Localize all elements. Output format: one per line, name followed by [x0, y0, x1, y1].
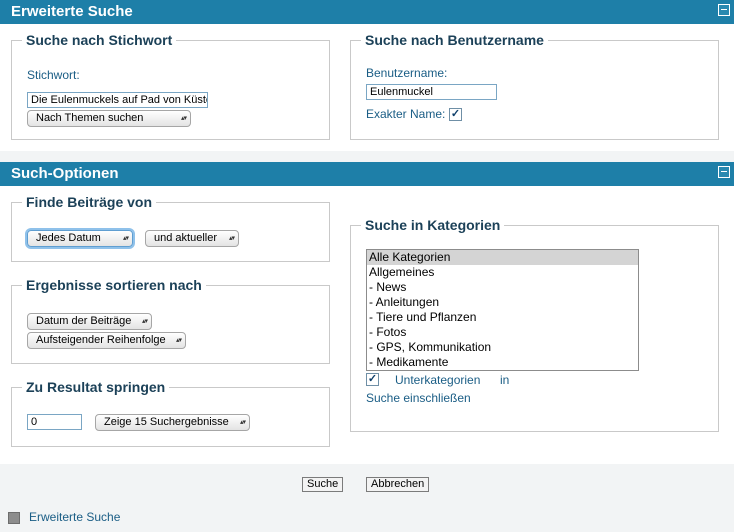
checkmark-icon: ✓ [450, 108, 461, 120]
category-option[interactable]: - GPS, Kommunikation [367, 340, 638, 355]
subcategories-checkbox[interactable]: ✓ [366, 373, 379, 386]
search-scope-value: Nach Themen suchen [36, 112, 144, 124]
dropdown-arrow-icon: ▴▾ [175, 337, 182, 344]
keyword-legend: Suche nach Stichwort [26, 32, 173, 48]
results-per-page-select[interactable]: Zeige 15 Suchergebnisse ▴▾ [95, 414, 250, 431]
category-listbox[interactable]: Alle Kategorien Allgemeines - News - Anl… [366, 249, 639, 371]
category-option[interactable]: Allgemeines [367, 265, 638, 280]
dropdown-arrow-icon: ▴▾ [180, 115, 187, 122]
jump-legend: Zu Resultat springen [26, 379, 166, 395]
date-direction-value: und aktueller [154, 232, 217, 244]
category-option[interactable]: - Medikamente [367, 355, 638, 370]
date-select[interactable]: Jedes Datum ▴▾ [27, 230, 133, 247]
search-button[interactable]: Suche [302, 477, 344, 492]
category-option[interactable]: - Tiere und Pflanzen [367, 310, 638, 325]
search-options-panel: Finde Beiträge von Jedes Datum ▴▾ und ak… [0, 186, 734, 464]
dropdown-arrow-icon: ▴▾ [239, 419, 246, 426]
sort-legend: Ergebnisse sortieren nach [26, 277, 202, 293]
keyword-input[interactable]: Die Eulenmuckels auf Pad von Küste [27, 92, 208, 108]
date-direction-select[interactable]: und aktueller ▴▾ [145, 230, 239, 247]
keyword-label: Stichwort: [27, 68, 80, 82]
footer-box-icon [8, 512, 20, 524]
dropdown-arrow-icon: ▴▾ [228, 235, 235, 242]
advanced-search-title: Erweiterte Suche [11, 3, 133, 20]
username-label: Benutzername: [366, 66, 448, 80]
category-legend: Suche in Kategorien [365, 217, 501, 233]
search-options-header: Such-Optionen [0, 162, 734, 186]
dropdown-arrow-icon: ▴▾ [141, 318, 148, 325]
advanced-search-header: Erweiterte Suche [0, 0, 734, 24]
dropdown-arrow-icon: ▴▾ [122, 235, 129, 242]
jump-box: Zu Resultat springen [11, 379, 330, 447]
results-per-page-value: Zeige 15 Suchergebnisse [104, 416, 229, 428]
subcategories-label: Unterkategorien [395, 373, 481, 387]
collapse-icon[interactable] [718, 4, 730, 16]
username-legend: Suche nach Benutzername [365, 32, 544, 48]
sort-order-select[interactable]: Aufsteigender Reihenfolge ▴▾ [27, 332, 186, 349]
advanced-search-footer-link[interactable]: Erweiterte Suche [29, 510, 120, 524]
exact-name-label: Exakter Name: [366, 107, 446, 121]
checkmark-icon: ✓ [367, 373, 378, 385]
search-scope-select[interactable]: Nach Themen suchen ▴▾ [27, 110, 191, 127]
find-posts-legend: Finde Beiträge von [26, 194, 153, 210]
sort-order-value: Aufsteigender Reihenfolge [36, 334, 166, 346]
search-options-title: Such-Optionen [11, 165, 119, 182]
collapse-icon[interactable] [718, 166, 730, 178]
cancel-button[interactable]: Abbrechen [366, 477, 430, 492]
category-option[interactable]: - Anleitungen [367, 295, 638, 310]
sort-by-value: Datum der Beiträge [36, 315, 132, 327]
category-option[interactable]: Alle Kategorien [367, 250, 638, 265]
advanced-search-panel: Suche nach Stichwort Stichwort: Die Eule… [0, 24, 734, 151]
category-option[interactable]: - Fotos [367, 325, 638, 340]
subcategories-label-line2: Suche einschließen [366, 391, 471, 405]
sort-by-select[interactable]: Datum der Beiträge ▴▾ [27, 313, 152, 330]
subcategories-label-in: in [500, 373, 510, 387]
exact-name-checkbox[interactable]: ✓ [449, 108, 462, 121]
jump-input[interactable]: 0 [27, 414, 82, 430]
category-option[interactable]: - News [367, 280, 638, 295]
username-input[interactable]: Eulenmuckel [366, 84, 497, 100]
find-posts-box: Finde Beiträge von [11, 194, 330, 262]
date-select-value: Jedes Datum [36, 232, 101, 244]
